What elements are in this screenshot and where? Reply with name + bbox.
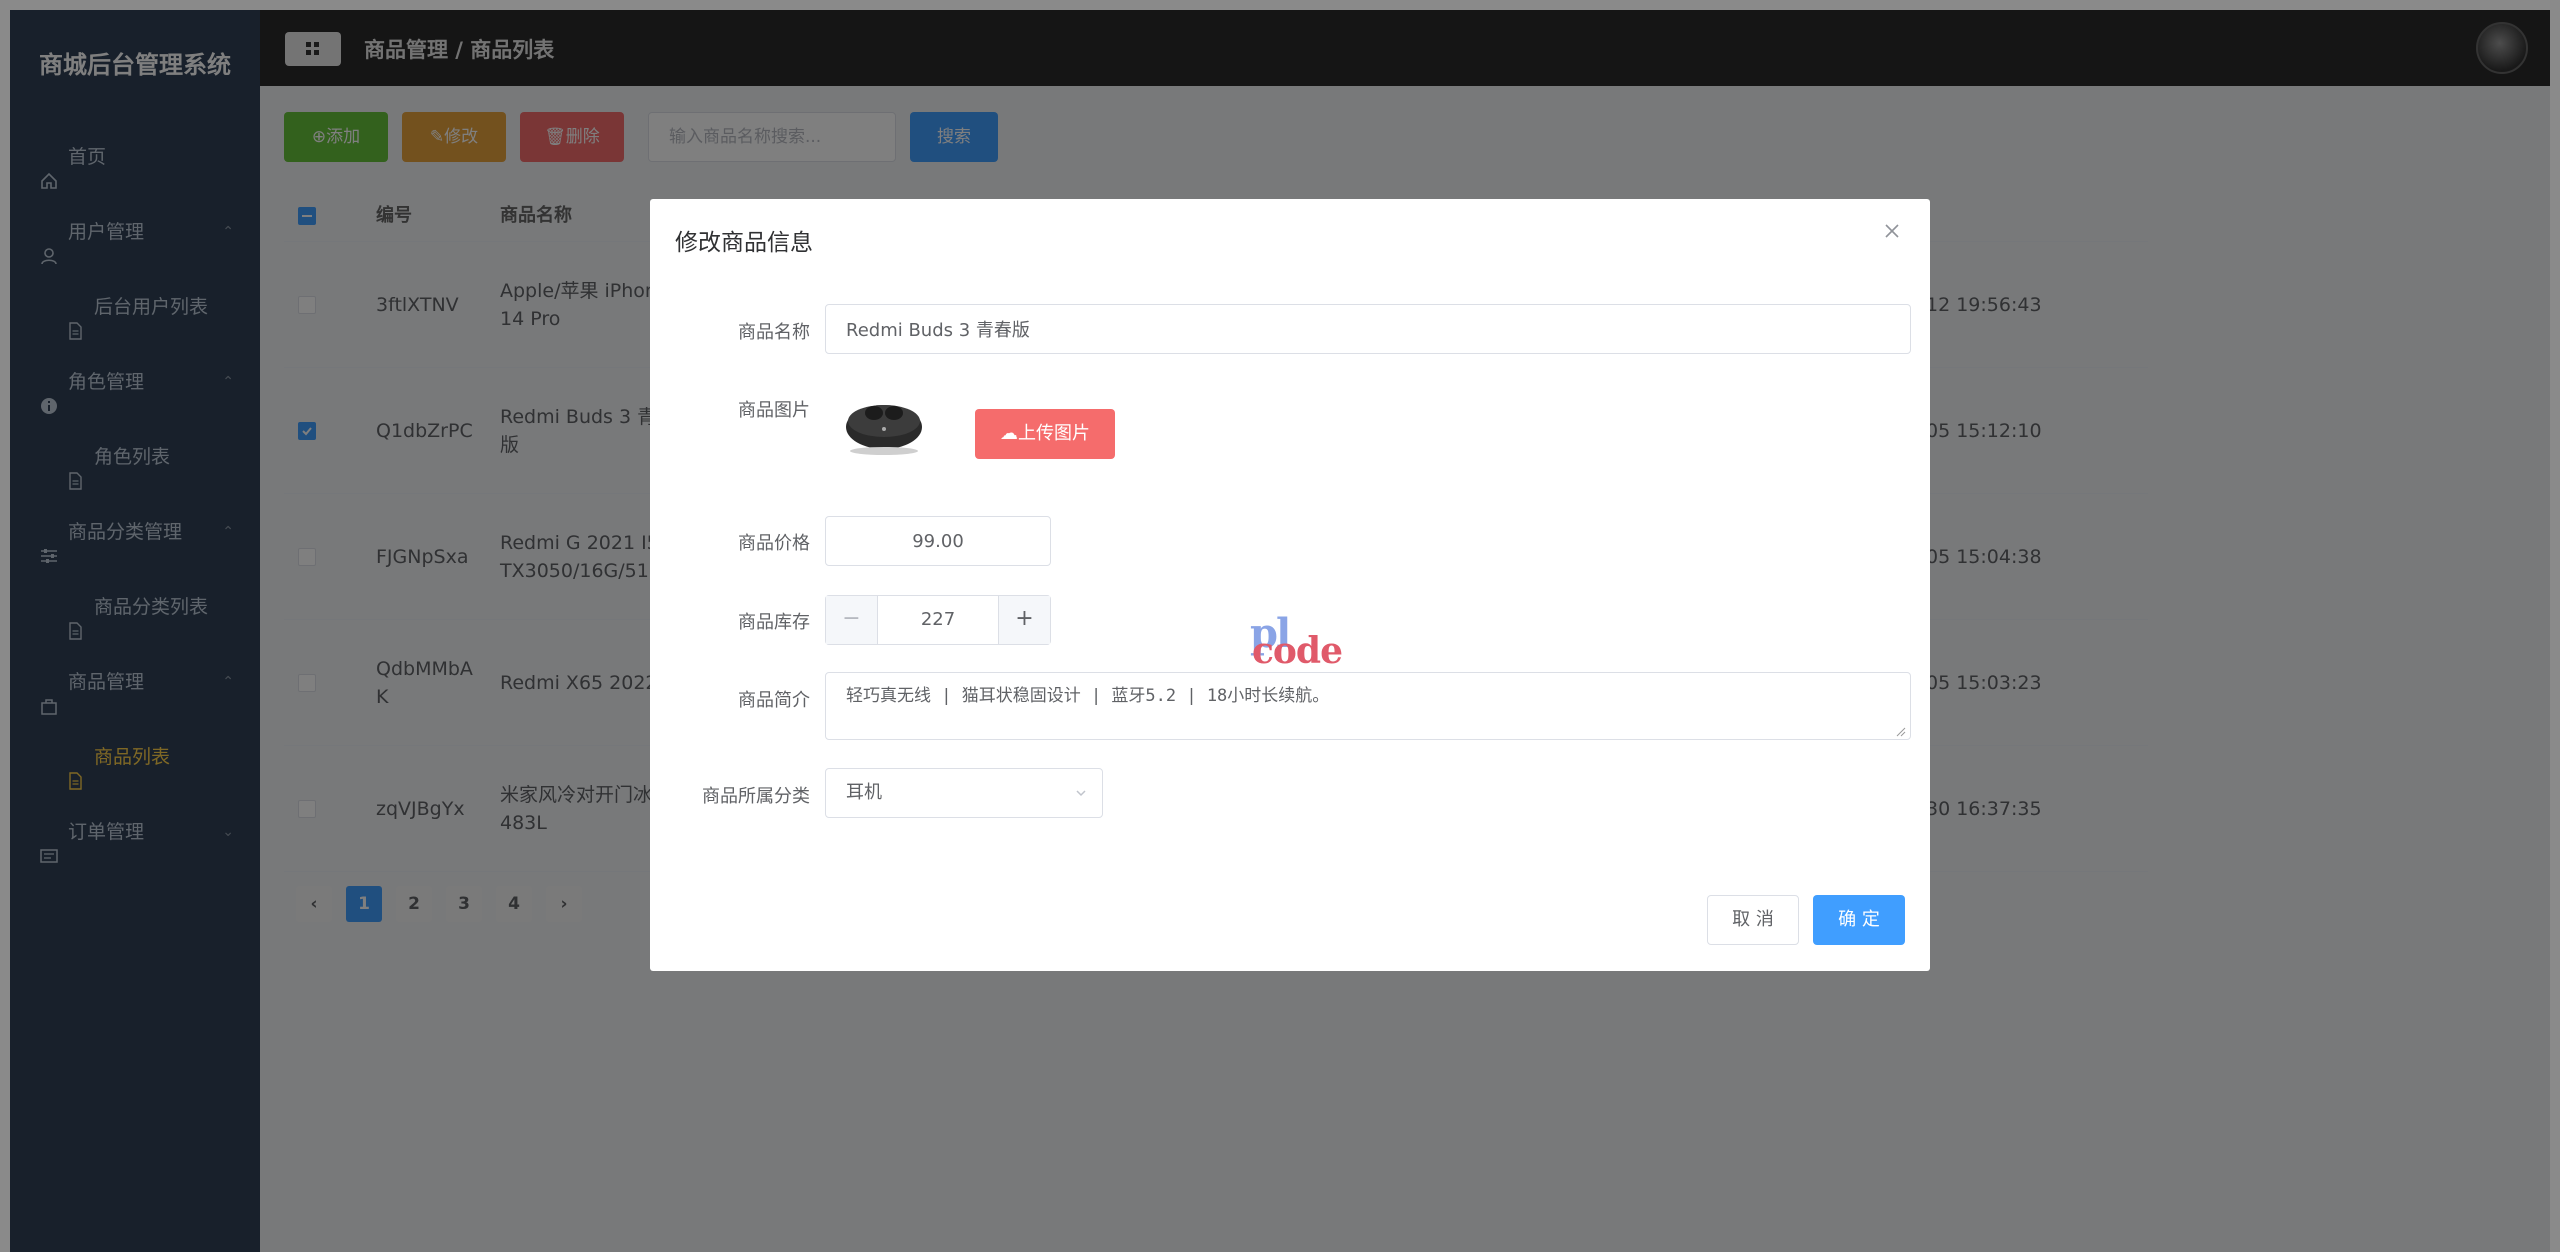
chevron-down-icon [1076,790,1086,797]
name-input[interactable] [825,304,1911,354]
stock-label: 商品库存 [738,612,810,633]
close-icon[interactable] [1882,221,1902,241]
stock-decrease-button[interactable]: − [826,596,878,644]
resize-grip-icon[interactable] [1896,727,1906,737]
upload-image-button[interactable]: ☁上传图片 [975,409,1115,459]
stock-stepper: − 227 + [825,595,1051,645]
price-label: 商品价格 [738,533,810,554]
app-frame: 商城后台管理系统 首页 用户管理 ⌃ 后台用户列表 角色管理 ⌃ [10,10,2550,1252]
category-label: 商品所属分类 [702,786,810,807]
stock-value[interactable]: 227 [878,596,998,644]
name-label: 商品名称 [738,322,810,343]
stock-increase-button[interactable]: + [998,596,1050,644]
dialog-title: 修改商品信息 [675,230,813,256]
price-input[interactable] [825,516,1051,566]
cancel-button[interactable]: 取 消 [1707,895,1799,945]
cloud-upload-icon: ☁ [1000,423,1018,444]
product-image [840,391,926,461]
confirm-button[interactable]: 确 定 [1813,895,1905,945]
description-label: 商品简介 [738,690,810,711]
edit-product-dialog: 修改商品信息 商品名称 商品图片 ☁上传图片 商品价格 商品库存 − 227 [650,199,1930,971]
description-textarea[interactable]: 轻巧真无线 | 猫耳状稳固设计 | 蓝牙5.2 | 18小时长续航。 [825,672,1911,740]
image-label: 商品图片 [738,400,810,421]
watermark-logo: pl code [1250,610,1343,672]
category-select[interactable]: 耳机 [825,768,1103,818]
